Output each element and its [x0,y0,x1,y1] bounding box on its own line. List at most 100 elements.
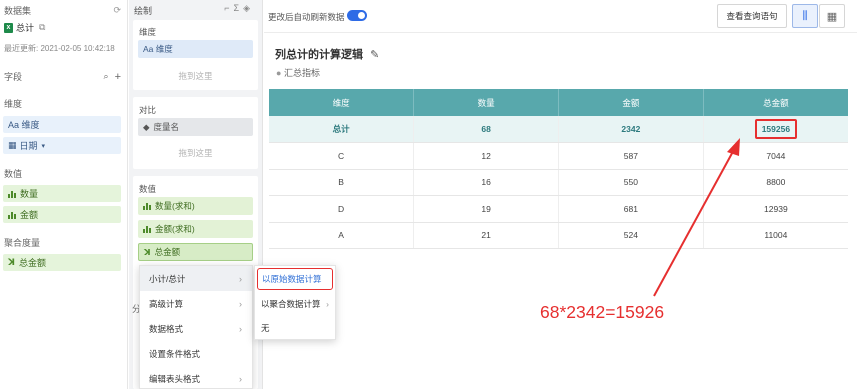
table-cell: 16 [413,169,559,196]
dataset-file[interactable]: x 总计 ⧉ [4,21,121,34]
refresh-icon[interactable]: ⟳ [113,5,121,16]
submenu-item-none[interactable]: 无 [257,317,333,339]
measure-section-label: 数值 [4,169,23,179]
submenu-item-raw-data[interactable]: 以原始数据计算 [257,268,333,290]
menu-item-header-format[interactable]: 编辑表头格式 › [140,366,252,389]
chart-title: 列总计的计算逻辑 ✎ [275,46,379,62]
edit-icon[interactable]: ⧉ [39,22,45,33]
total-row: 总计 68 2342 159256 [269,116,848,143]
submenu-item-agg-data[interactable]: 以聚合数据计算 › [257,293,333,315]
dimension-section: 维度 [4,97,121,110]
last-updated-text: 最近更新: 2021-02-05 10:42:18 [4,44,115,53]
column-header[interactable]: 维度 [269,89,415,116]
table-row: C 12 587 7044 [269,142,848,170]
context-menu: 小计/总计 › 高级计算 › 数据格式 › 设置条件格式 编辑表头格式 › [139,265,253,389]
compare-card-field[interactable]: ◆ 度量名 [138,118,253,136]
table-cell: 68 [413,116,559,143]
chart-subtitle: ● 汇总指标 [276,66,320,79]
agg-measure-icon: ꓘ [8,257,15,267]
edit-icon[interactable]: ✎ [370,49,379,61]
last-updated: 最近更新: 2021-02-05 10:42:18 [4,43,121,54]
chart-view-icon: ⫼ [802,9,808,22]
info-dot-icon: ● [276,68,282,78]
value-card-title: 数值 [139,184,157,194]
fields-header: 字段 ⌕ + [4,70,121,83]
column-header[interactable]: 金额 [558,89,704,116]
field-amount[interactable]: 金额 [3,206,121,223]
dimension-card-field[interactable]: Aa 维度 [138,40,253,58]
bar-measure-icon [8,211,16,219]
chart-view-button[interactable]: ⫼ [792,4,818,28]
table-cell: 8800 [703,169,848,196]
table-cell: 587 [558,142,704,170]
field-quantity[interactable]: 数量 [3,185,121,202]
value-field-amount-label: 金额(求和) [155,224,195,234]
compare-drop-hint: 拖到这里 [178,148,213,158]
dimension-card-field-label: Aa 维度 [143,44,173,54]
auto-refresh-toggle[interactable] [347,10,367,21]
chevron-down-icon[interactable]: ▾ [42,142,46,150]
pivot-table: 维度 数量 金额 总金额 总计 68 2342 159256 C 12 587 … [269,89,848,249]
field-dimension[interactable]: Aa 维度 [3,116,121,133]
menu-item-label: 数据格式 [149,323,184,334]
field-total-amount-label: 总金额 [18,258,46,268]
compare-card-field-label: 度量名 [153,122,180,132]
chevron-right-icon: › [239,273,242,284]
menu-item-subtotal[interactable]: 小计/总计 › [140,266,252,291]
submenu-item-label: 无 [261,323,270,333]
table-cell: 550 [558,169,704,196]
menu-item-data-format[interactable]: 数据格式 › [140,316,252,341]
dimension-section-label: 维度 [4,99,23,109]
field-quantity-label: 数量 [20,189,39,199]
table-row: A 21 524 11004 [269,222,848,249]
agg-section: 聚合度量 [4,236,121,249]
table-cell: 524 [558,222,704,249]
dataset-header-label: 数据集 [4,6,32,16]
agg-measure-icon: ꓘ [144,246,151,257]
table-view-icon: ▦ [826,10,838,23]
compare-card-title: 对比 [139,105,157,115]
plus-icon[interactable]: + [115,71,121,83]
field-total-amount[interactable]: ꓘ 总金额 [3,254,121,271]
value-field-amount[interactable]: 金额(求和) [138,220,253,238]
column-header[interactable]: 总金额 [703,89,848,116]
config-toolbar-icons[interactable]: ⌐Σ◈ [224,3,254,14]
fields-label: 字段 [4,72,23,82]
view-sql-label: 查看查询语句 [726,11,778,21]
chevron-right-icon: › [239,373,242,384]
menu-item-conditional-format[interactable]: 设置条件格式 [140,341,252,366]
value-field-total-amount[interactable]: ꓘ 总金额 [138,243,253,261]
dataset-panel: 数据集 ⟳ x 总计 ⧉ 最近更新: 2021-02-05 10:42:18 字… [0,0,128,389]
chart-title-text: 列总计的计算逻辑 [275,49,363,61]
dataset-header: 数据集 ⟳ [4,4,121,17]
column-header[interactable]: 数量 [413,89,559,116]
value-field-quantity[interactable]: 数量(求和) [138,197,253,215]
table-cell: C [269,142,415,170]
bar-measure-icon [143,225,151,233]
table-cell: 21 [413,222,559,249]
search-icon[interactable]: ⌕ [104,71,109,82]
table-header-row: 维度 数量 金额 总金额 [269,89,848,116]
agg-section-label: 聚合度量 [4,238,41,248]
table-cell: 12 [413,142,559,170]
table-view-button[interactable]: ▦ [819,4,845,28]
table-cell: D [269,195,415,223]
annotation-formula: 68*2342=15926 [540,302,665,322]
table-cell: B [269,169,415,196]
dataset-file-name: 总计 [16,23,35,33]
table-cell: 681 [558,195,704,223]
excel-icon: x [4,22,13,33]
calendar-icon: ▦ [8,140,17,150]
field-dimension-label: Aa 维度 [8,120,40,130]
menu-item-label: 小计/总计 [149,273,186,284]
field-date[interactable]: ▦ 日期 ▾ [3,137,121,154]
table-row: D 19 681 12939 [269,195,848,223]
menu-item-advanced-calc[interactable]: 高级计算 › [140,291,252,316]
config-header: 绘制 [134,6,153,16]
chevron-right-icon: › [239,298,242,309]
table-cell: A [269,222,415,249]
view-sql-button[interactable]: 查看查询语句 [717,4,787,28]
subtotal-submenu: 以原始数据计算 以聚合数据计算 › 无 [254,265,336,340]
compare-card: 对比 ◆ 度量名 拖到这里 [133,97,258,169]
measure-section: 数值 [4,167,121,180]
